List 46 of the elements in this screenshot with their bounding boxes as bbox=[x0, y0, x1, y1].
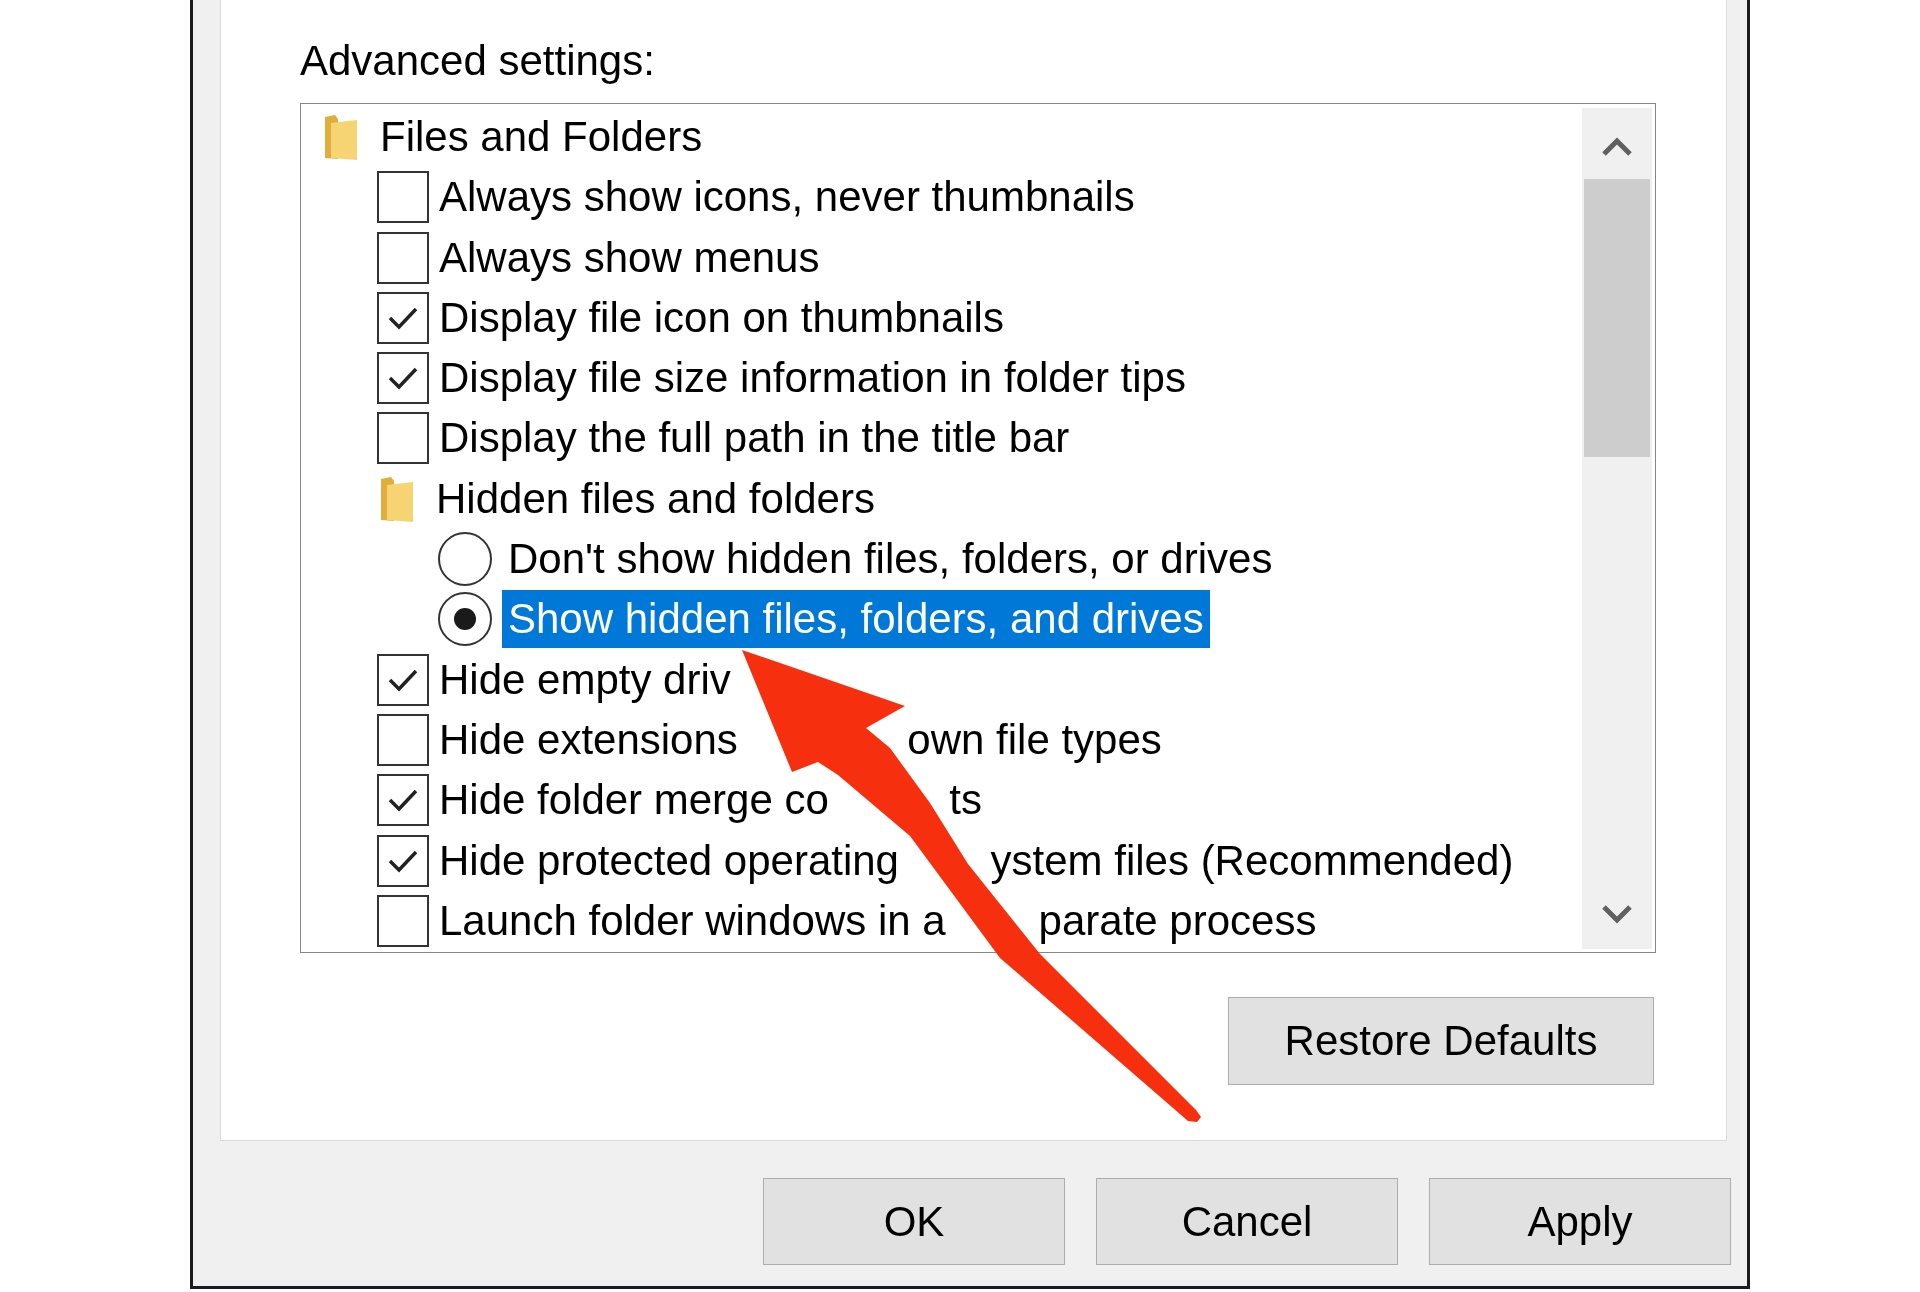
option-label[interactable]: Display the full path in the title bar bbox=[439, 414, 1070, 463]
section-label: Advanced settings: bbox=[300, 37, 655, 85]
chevron-up-icon[interactable] bbox=[1601, 136, 1633, 157]
checkmark-icon bbox=[388, 366, 418, 391]
checkmark-icon bbox=[388, 788, 418, 813]
dialog-button[interactable]: OK bbox=[763, 1178, 1065, 1265]
chevron-down-icon[interactable] bbox=[1601, 903, 1633, 924]
option-label[interactable]: Display file size information in folder tips bbox=[439, 354, 1186, 403]
checkbox[interactable] bbox=[377, 291, 429, 344]
checkbox[interactable] bbox=[377, 834, 429, 887]
option-label[interactable]: parate process bbox=[1038, 896, 1317, 945]
option-label[interactable]: Show hidden files, folders, and drives bbox=[502, 590, 1210, 649]
folder-icon bbox=[380, 475, 414, 522]
group-label[interactable]: Hidden files and folders bbox=[436, 474, 875, 523]
checkbox[interactable] bbox=[377, 653, 429, 706]
checkmark-icon bbox=[388, 848, 418, 873]
radio-button[interactable] bbox=[438, 532, 492, 587]
radio-button[interactable] bbox=[438, 592, 492, 647]
checkmark-icon bbox=[388, 305, 418, 330]
checkbox[interactable] bbox=[377, 774, 429, 827]
checkbox[interactable] bbox=[377, 412, 429, 465]
group-label[interactable]: Files and Folders bbox=[380, 113, 703, 161]
option-label[interactable]: Hide extensions bbox=[439, 715, 738, 764]
checkmark-icon bbox=[388, 667, 418, 692]
option-label[interactable]: Hide empty driv bbox=[439, 655, 731, 704]
checkbox[interactable] bbox=[377, 894, 429, 947]
checkbox[interactable] bbox=[377, 352, 429, 405]
dialog-button[interactable]: Cancel bbox=[1096, 1178, 1398, 1265]
option-label[interactable]: Launch folder windows in a bbox=[439, 896, 946, 945]
checkbox[interactable] bbox=[377, 231, 429, 284]
option-label[interactable]: Hide folder merge co bbox=[439, 776, 829, 825]
restore-defaults-button[interactable]: Restore Defaults bbox=[1228, 997, 1654, 1085]
option-label[interactable]: own file types bbox=[907, 715, 1162, 764]
scrollbar-thumb[interactable] bbox=[1584, 179, 1650, 457]
folder-icon bbox=[324, 114, 358, 160]
option-label[interactable]: Always show icons, never thumbnails bbox=[439, 173, 1135, 222]
radio-dot-icon bbox=[454, 608, 476, 631]
option-label[interactable]: Don't show hidden files, folders, or drives bbox=[508, 535, 1273, 584]
option-label[interactable]: ystem files (Recommended) bbox=[990, 836, 1514, 885]
option-label[interactable]: Display file icon on thumbnails bbox=[439, 293, 1004, 342]
dialog-button[interactable]: Apply bbox=[1429, 1178, 1731, 1265]
option-label[interactable]: ts bbox=[949, 776, 982, 825]
option-label[interactable]: Hide protected operating bbox=[439, 836, 899, 885]
option-label[interactable]: Always show menus bbox=[439, 233, 820, 282]
checkbox[interactable] bbox=[377, 713, 429, 766]
checkbox[interactable] bbox=[377, 171, 429, 224]
